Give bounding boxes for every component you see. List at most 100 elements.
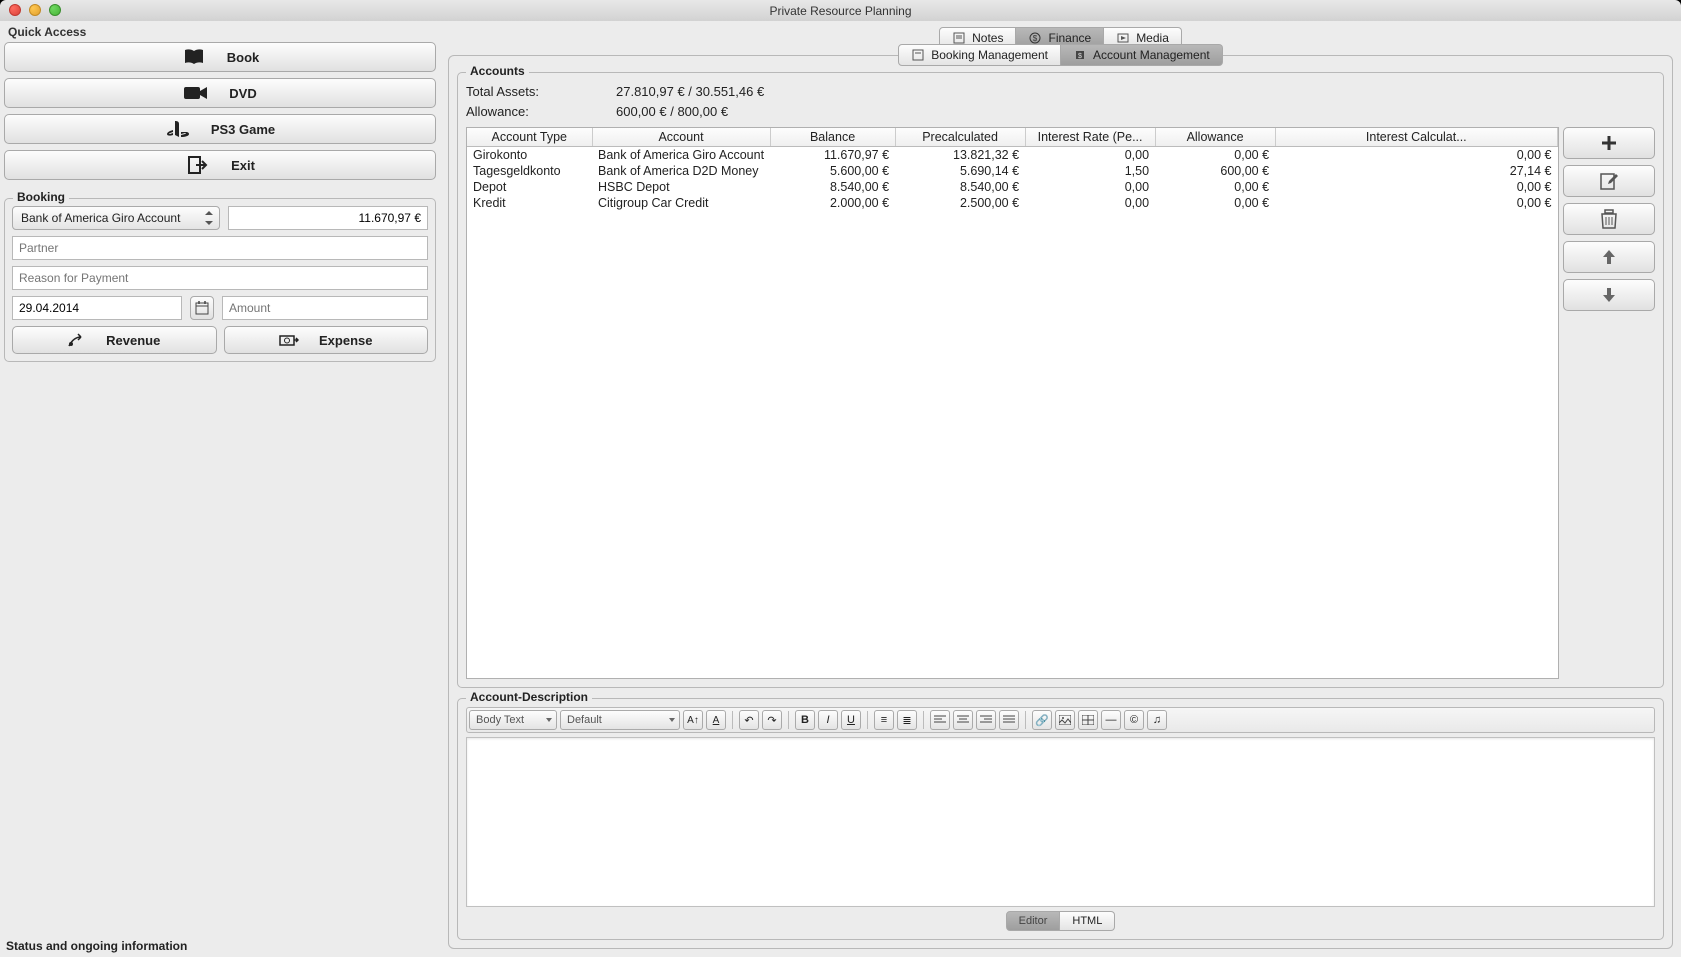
booking-revenue-label: Revenue [106, 333, 160, 348]
underline-icon: U [847, 714, 855, 726]
close-window-button[interactable] [9, 4, 21, 16]
table-row[interactable]: DepotHSBC Depot8.540,00 €8.540,00 €0,000… [467, 179, 1558, 195]
italic-button[interactable]: I [818, 710, 838, 730]
edit-account-button[interactable] [1563, 165, 1655, 197]
align-center-button[interactable] [953, 710, 973, 730]
booking-account-select[interactable]: Bank of America Giro Account [12, 206, 220, 230]
booking-expense-label: Expense [319, 333, 372, 348]
hr-button[interactable]: — [1101, 710, 1121, 730]
playstation-icon [165, 120, 191, 138]
table-row[interactable]: KreditCitigroup Car Credit2.000,00 €2.50… [467, 195, 1558, 211]
symbol-button[interactable]: © [1124, 710, 1144, 730]
table-button[interactable] [1078, 710, 1098, 730]
titlebar: Private Resource Planning [0, 0, 1681, 21]
music-icon: ♫ [1153, 714, 1161, 726]
editor-toolbar: Body Text Default A↑ A ↶ ↷ B I U ≡ ≣ [466, 707, 1655, 733]
total-assets-label: Total Assets: [466, 84, 616, 99]
col-interest-rate[interactable]: Interest Rate (Pe... [1025, 128, 1155, 147]
tab-account-management[interactable]: $ Account Management [1061, 44, 1223, 66]
arrow-down-icon [1600, 286, 1618, 304]
move-down-button[interactable] [1563, 279, 1655, 311]
quick-access-exit-button[interactable]: Exit [4, 150, 436, 180]
quick-access-ps3-button[interactable]: PS3 Game [4, 114, 436, 144]
description-editor[interactable] [466, 737, 1655, 907]
align-justify-icon [1003, 715, 1015, 725]
booking-panel: Booking Bank of America Giro Account [4, 198, 436, 362]
font-select[interactable]: Default [560, 710, 680, 730]
booking-amount-input[interactable] [222, 296, 428, 320]
revenue-icon [68, 333, 86, 347]
svg-text:$: $ [1033, 34, 1038, 43]
booking-date-input[interactable] [12, 296, 182, 320]
delete-account-button[interactable] [1563, 203, 1655, 235]
book-icon [181, 48, 207, 66]
move-up-button[interactable] [1563, 241, 1655, 273]
quick-access-dvd-label: DVD [229, 86, 256, 101]
align-justify-button[interactable] [999, 710, 1019, 730]
quick-access-book-label: Book [227, 50, 260, 65]
undo-button[interactable]: ↶ [739, 710, 759, 730]
col-interest-calc[interactable]: Interest Calculat... [1275, 128, 1557, 147]
booking-expense-button[interactable]: Expense [224, 326, 429, 354]
style-select[interactable]: Body Text [469, 710, 557, 730]
account-mgmt-icon: $ [1073, 48, 1087, 62]
add-account-button[interactable] [1563, 127, 1655, 159]
link-button[interactable]: 🔗 [1032, 710, 1052, 730]
undo-icon: ↶ [744, 714, 753, 727]
bullet-list-icon: ≡ [881, 714, 887, 726]
booking-balance-display[interactable] [228, 206, 428, 230]
quick-access-book-button[interactable]: Book [4, 42, 436, 72]
window-title: Private Resource Planning [769, 4, 911, 18]
hr-icon: — [1106, 714, 1117, 726]
font-increase-button[interactable]: A↑ [683, 710, 703, 730]
booking-date-picker-button[interactable] [190, 296, 214, 320]
accounts-panel: Accounts Total Assets: 27.810,97 € / 30.… [457, 72, 1664, 688]
align-left-icon [934, 715, 946, 725]
font-decrease-button[interactable]: A [706, 710, 726, 730]
col-allowance[interactable]: Allowance [1155, 128, 1275, 147]
sub-tab-group: Booking Management $ Account Management [898, 44, 1223, 66]
quick-access-dvd-button[interactable]: DVD [4, 78, 436, 108]
expense-icon [279, 333, 299, 347]
html-mode-tab[interactable]: HTML [1060, 911, 1115, 931]
col-balance[interactable]: Balance [770, 128, 895, 147]
font-increase-icon: A↑ [687, 715, 699, 726]
bold-button[interactable]: B [795, 710, 815, 730]
accounts-table[interactable]: Account Type Account Balance Precalculat… [466, 127, 1559, 679]
align-right-icon [980, 715, 992, 725]
symbol-icon: © [1130, 714, 1138, 726]
bullet-list-button[interactable]: ≡ [874, 710, 894, 730]
table-icon [1082, 715, 1094, 725]
link-icon: 🔗 [1035, 714, 1049, 727]
quick-access-exit-label: Exit [231, 158, 255, 173]
booking-reason-input[interactable] [12, 266, 428, 290]
table-row[interactable]: TagesgeldkontoBank of America D2D Money5… [467, 163, 1558, 179]
table-row[interactable]: GirokontoBank of America Giro Account11.… [467, 147, 1558, 164]
col-account-type[interactable]: Account Type [467, 128, 592, 147]
image-button[interactable] [1055, 710, 1075, 730]
svg-text:$: $ [1078, 53, 1082, 60]
edit-icon [1599, 171, 1619, 191]
col-precalculated[interactable]: Precalculated [895, 128, 1025, 147]
align-right-button[interactable] [976, 710, 996, 730]
font-decrease-icon: A [713, 715, 720, 726]
minimize-window-button[interactable] [29, 4, 41, 16]
underline-button[interactable]: U [841, 710, 861, 730]
number-list-button[interactable]: ≣ [897, 710, 917, 730]
finance-icon: $ [1028, 31, 1042, 45]
audio-button[interactable]: ♫ [1147, 710, 1167, 730]
zoom-window-button[interactable] [49, 4, 61, 16]
booking-revenue-button[interactable]: Revenue [12, 326, 217, 354]
tab-booking-management[interactable]: Booking Management [898, 44, 1061, 66]
total-assets-value: 27.810,97 € / 30.551,46 € [616, 84, 764, 99]
col-account[interactable]: Account [592, 128, 770, 147]
video-camera-icon [183, 85, 209, 101]
calendar-icon [195, 301, 209, 315]
number-list-icon: ≣ [902, 714, 911, 727]
editor-mode-tab[interactable]: Editor [1006, 911, 1061, 931]
redo-button[interactable]: ↷ [762, 710, 782, 730]
booking-partner-input[interactable] [12, 236, 428, 260]
plus-icon [1599, 133, 1619, 153]
align-left-button[interactable] [930, 710, 950, 730]
quick-access-label: Quick Access [4, 21, 436, 42]
